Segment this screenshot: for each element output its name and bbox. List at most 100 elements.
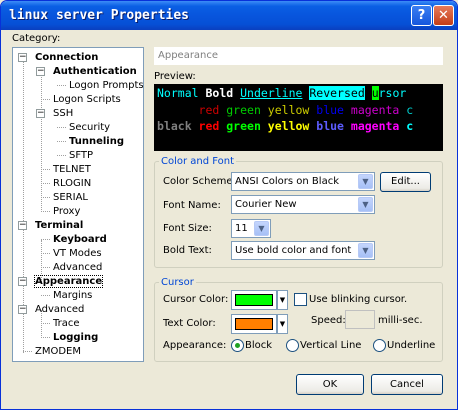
tree-item[interactable]: Logging <box>53 331 98 344</box>
tree-item[interactable]: Logon Prompts <box>69 79 144 92</box>
properties-dialog: linux server Properties ? ✕ Category: − C… <box>0 0 458 410</box>
blinking-cursor-checkbox[interactable] <box>294 293 307 306</box>
radio-block[interactable] <box>231 339 244 352</box>
preview-text: blue <box>316 119 351 133</box>
tree-item[interactable]: Appearance <box>33 275 104 288</box>
radio-vertical-line[interactable] <box>286 339 299 352</box>
preview-text: Normal <box>157 86 206 100</box>
tree-item-label: Security <box>69 122 111 133</box>
tree-item-label: Logon Prompts <box>69 80 144 91</box>
preview-line-normal-colors: black red green yellow blue magenta c <box>157 102 413 118</box>
ok-button[interactable]: OK <box>296 374 364 395</box>
font-name-label: Font Name: <box>163 200 221 211</box>
tree-guide <box>41 239 50 240</box>
tree-item[interactable]: SFTP <box>69 149 93 162</box>
cursor-color-swatch <box>235 294 273 306</box>
category-tree[interactable]: − Connection − Authentication Logon Prompts L… <box>12 47 144 362</box>
tree-guide <box>41 169 50 170</box>
preview-text: c <box>406 119 414 133</box>
font-name-select[interactable]: Courier New ▼ <box>231 195 375 214</box>
tree-guide <box>41 99 50 100</box>
preview-line-bold-colors: black red green yellow blue magenta c <box>157 118 413 134</box>
tree-guide <box>57 155 66 156</box>
cursor-color-label: Cursor Color: <box>163 294 229 305</box>
preview-text: red <box>198 103 227 117</box>
preview-text: Underline <box>240 86 303 100</box>
bold-text-label: Bold Text: <box>163 245 212 256</box>
tree-expander-icon[interactable]: − <box>36 109 45 118</box>
tree-expander-icon[interactable]: − <box>18 221 27 230</box>
tree-guide <box>41 211 50 212</box>
tree-item[interactable]: Margins <box>53 289 92 302</box>
tree-guide <box>41 295 50 296</box>
edit-scheme-button[interactable]: Edit... <box>380 172 431 192</box>
cursor-legend: Cursor <box>159 277 196 288</box>
tree-item-label: SFTP <box>69 150 94 161</box>
tree-expander-icon[interactable]: − <box>18 277 27 286</box>
font-name-value: Courier New <box>235 199 297 210</box>
preview-text: red <box>198 119 227 133</box>
tree-item[interactable]: Advanced <box>35 303 84 316</box>
chevron-down-icon: ▼ <box>358 243 373 258</box>
tree-item-label: Authentication <box>53 66 137 77</box>
speed-label: Speed: <box>311 315 346 326</box>
title-bar[interactable]: linux server Properties ? ✕ <box>1 1 457 30</box>
chevron-down-icon: ▼ <box>254 221 269 236</box>
speed-unit: milli-sec. <box>378 315 423 326</box>
tree-item[interactable]: Advanced <box>53 261 102 274</box>
tree-item[interactable]: Proxy <box>53 205 80 218</box>
color-scheme-label: Color Scheme: <box>163 176 236 187</box>
preview-text: yellow <box>267 103 317 117</box>
tree-expander-icon[interactable]: − <box>18 53 27 62</box>
help-button[interactable]: ? <box>411 5 432 26</box>
tree-expander-icon[interactable]: − <box>36 67 45 76</box>
tree-item[interactable]: TELNET <box>53 163 91 176</box>
tree-item-label: ZMODEM <box>35 346 81 357</box>
tree-guide <box>41 197 50 198</box>
preview-text: blue <box>316 103 351 117</box>
tree-item[interactable]: SERIAL <box>53 191 88 204</box>
tree-item[interactable]: SSH <box>53 107 73 120</box>
preview-text: green <box>226 103 268 117</box>
tree-guide <box>41 183 50 184</box>
tree-item[interactable]: Authentication <box>53 65 137 78</box>
chevron-down-icon: ▼ <box>358 197 373 212</box>
color-font-legend: Color and Font <box>159 156 237 167</box>
preview-line-attributes: Normal Bold Underline Reversed ursor <box>157 85 406 101</box>
tree-item-label: Advanced <box>53 262 103 273</box>
tree-expander-icon[interactable]: − <box>18 305 27 314</box>
tree-item[interactable]: ZMODEM <box>35 345 81 358</box>
tree-item[interactable]: Keyboard <box>53 233 107 246</box>
text-color-button[interactable] <box>231 314 277 334</box>
tree-item-label: Margins <box>53 290 93 301</box>
bold-text-select[interactable]: Use bold color and font ▼ <box>231 241 375 260</box>
close-button[interactable]: ✕ <box>433 5 454 26</box>
radio-underline-label: Underline <box>387 340 436 351</box>
tree-item[interactable]: Terminal <box>35 219 83 232</box>
tree-guide <box>57 141 66 142</box>
text-color-dropdown[interactable]: ▼ <box>277 314 288 334</box>
color-scheme-select[interactable]: ANSI Colors on Black ▼ <box>231 172 375 191</box>
tree-item-label: Connection <box>35 52 99 63</box>
tree-item[interactable]: Logon Scripts <box>53 93 121 106</box>
font-size-select[interactable]: 11 ▼ <box>231 219 271 238</box>
tree-item[interactable]: Trace <box>53 317 80 330</box>
radio-underline[interactable] <box>373 339 386 352</box>
speed-input[interactable] <box>345 310 375 329</box>
preview-text: u <box>371 86 379 100</box>
tree-guide <box>41 253 50 254</box>
tree-item[interactable]: Tunneling <box>69 135 124 148</box>
cursor-color-button[interactable] <box>231 290 277 310</box>
tree-item-label: Trace <box>53 318 80 329</box>
tree-item[interactable]: Connection <box>35 51 98 64</box>
tree-item[interactable]: VT Modes <box>53 247 102 260</box>
cancel-button[interactable]: Cancel <box>371 374 443 395</box>
preview-text: black <box>157 103 199 117</box>
tree-item[interactable]: RLOGIN <box>53 177 91 190</box>
cursor-color-dropdown[interactable]: ▼ <box>277 290 288 310</box>
tree-item[interactable]: Security <box>69 121 110 134</box>
tree-guide <box>23 351 32 352</box>
chevron-down-icon: ▼ <box>279 320 286 328</box>
radio-block-label: Block <box>245 340 273 351</box>
terminal-preview: Normal Bold Underline Reversed ursor bla… <box>154 84 443 151</box>
